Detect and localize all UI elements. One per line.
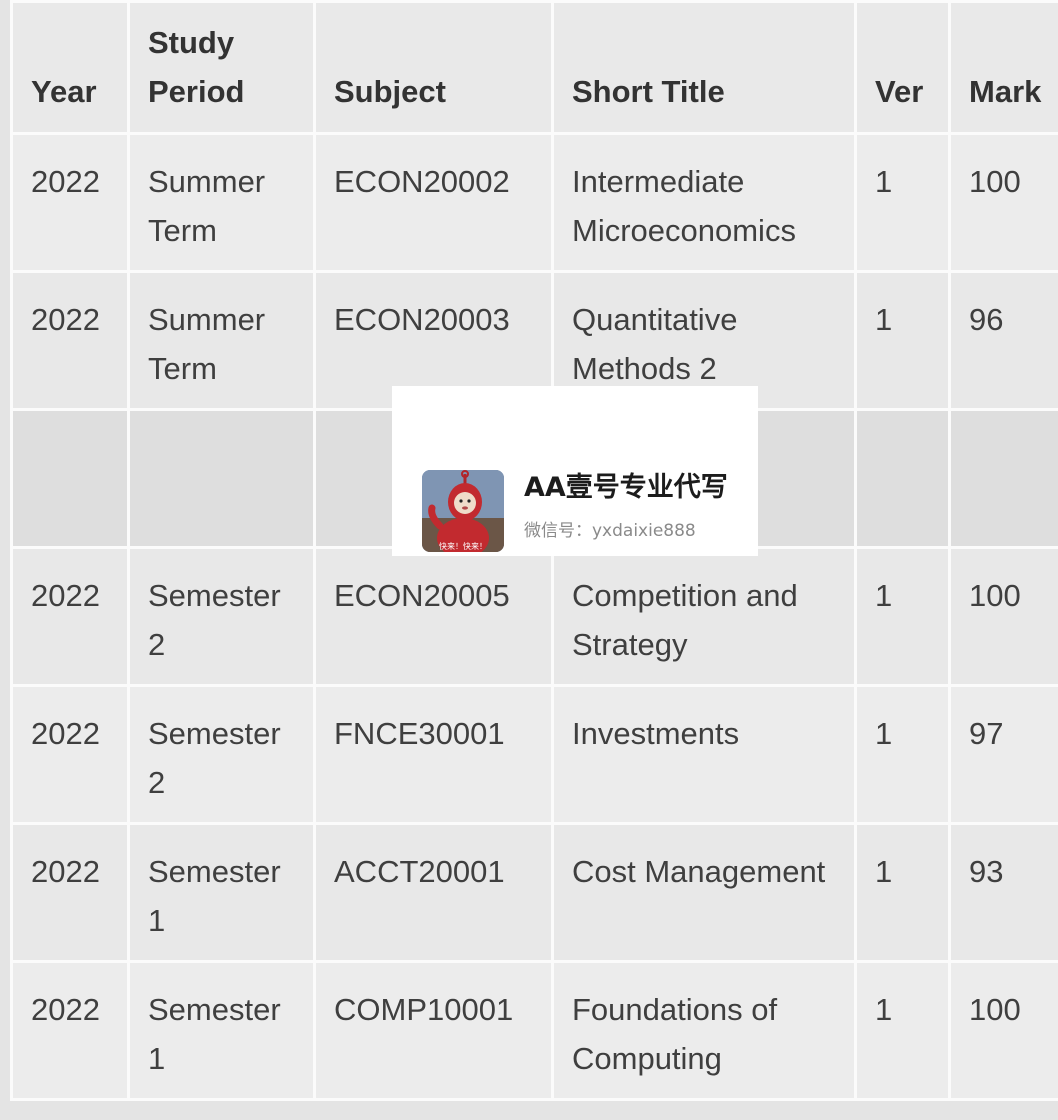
cell-year: 2022 — [10, 822, 130, 963]
header-mark: Mark — [948, 0, 1058, 135]
cell-ver — [854, 408, 951, 549]
cell-study-period — [127, 408, 316, 549]
table-row: 2022 Semester 2 FNCE30001 Investments 1 … — [10, 684, 1058, 825]
header-ver: Ver — [854, 0, 951, 135]
cell-ver: 1 — [854, 270, 951, 411]
teletubby-avatar-image: 快来！快来！ — [422, 470, 504, 552]
table-header-row: Year Study Period Subject Short Title Ve… — [10, 0, 1058, 135]
cell-short-title: Intermediate Microeconomics — [551, 132, 857, 273]
cell-mark: 100 — [948, 960, 1058, 1101]
watermark-overlay: 快来！快来！ AA壹号专业代写 微信号：yxdaixie888 — [392, 386, 758, 556]
cell-subject: ACCT20001 — [313, 822, 554, 963]
cell-ver: 1 — [854, 132, 951, 273]
cell-study-period: Semester 2 — [127, 546, 316, 687]
cell-mark: 100 — [948, 546, 1058, 687]
watermark-title: AA壹号专业代写 — [524, 472, 728, 503]
table-row: 2022 Semester 1 COMP10001 Foundations of… — [10, 960, 1058, 1101]
cell-ver: 1 — [854, 546, 951, 687]
header-study-period: Study Period — [127, 0, 316, 135]
cell-mark: 100 — [948, 132, 1058, 273]
cell-short-title: Investments — [551, 684, 857, 825]
cell-year — [10, 408, 130, 549]
cell-study-period: Semester 1 — [127, 822, 316, 963]
cell-subject: FNCE30001 — [313, 684, 554, 825]
cell-mark: 96 — [948, 270, 1058, 411]
watermark-text: AA壹号专业代写 微信号：yxdaixie888 — [524, 470, 728, 541]
cell-study-period: Summer Term — [127, 132, 316, 273]
cell-mark: 93 — [948, 822, 1058, 963]
cell-study-period: Semester 2 — [127, 684, 316, 825]
header-short-title: Short Title — [551, 0, 857, 135]
cell-year: 2022 — [10, 270, 130, 411]
cell-ver: 1 — [854, 684, 951, 825]
cell-short-title: Cost Management — [551, 822, 857, 963]
cell-mark — [948, 408, 1058, 549]
cell-short-title: Foundations of Computing — [551, 960, 857, 1101]
table-row: 2022 Semester 1 ACCT20001 Cost Managemen… — [10, 822, 1058, 963]
teletubby-avatar-icon: 快来！快来！ — [422, 470, 504, 552]
header-year: Year — [10, 0, 130, 135]
cell-short-title: Competition and Strategy — [551, 546, 857, 687]
watermark-subtitle: 微信号：yxdaixie888 — [524, 521, 696, 541]
table-row: 2022 Semester 2 ECON20005 Competition an… — [10, 546, 1058, 687]
avatar-caption: 快来！快来！ — [439, 541, 487, 551]
cell-year: 2022 — [10, 132, 130, 273]
cell-study-period: Semester 1 — [127, 960, 316, 1101]
cell-year: 2022 — [10, 960, 130, 1101]
cell-ver: 1 — [854, 960, 951, 1101]
cell-mark: 97 — [948, 684, 1058, 825]
cell-subject: ECON20002 — [313, 132, 554, 273]
table-row: 2022 Summer Term ECON20002 Intermediate … — [10, 132, 1058, 273]
cell-study-period: Summer Term — [127, 270, 316, 411]
header-subject: Subject — [313, 0, 554, 135]
cell-subject: COMP10001 — [313, 960, 554, 1101]
cell-ver: 1 — [854, 822, 951, 963]
cell-subject: ECON20005 — [313, 546, 554, 687]
cell-year: 2022 — [10, 546, 130, 687]
cell-year: 2022 — [10, 684, 130, 825]
